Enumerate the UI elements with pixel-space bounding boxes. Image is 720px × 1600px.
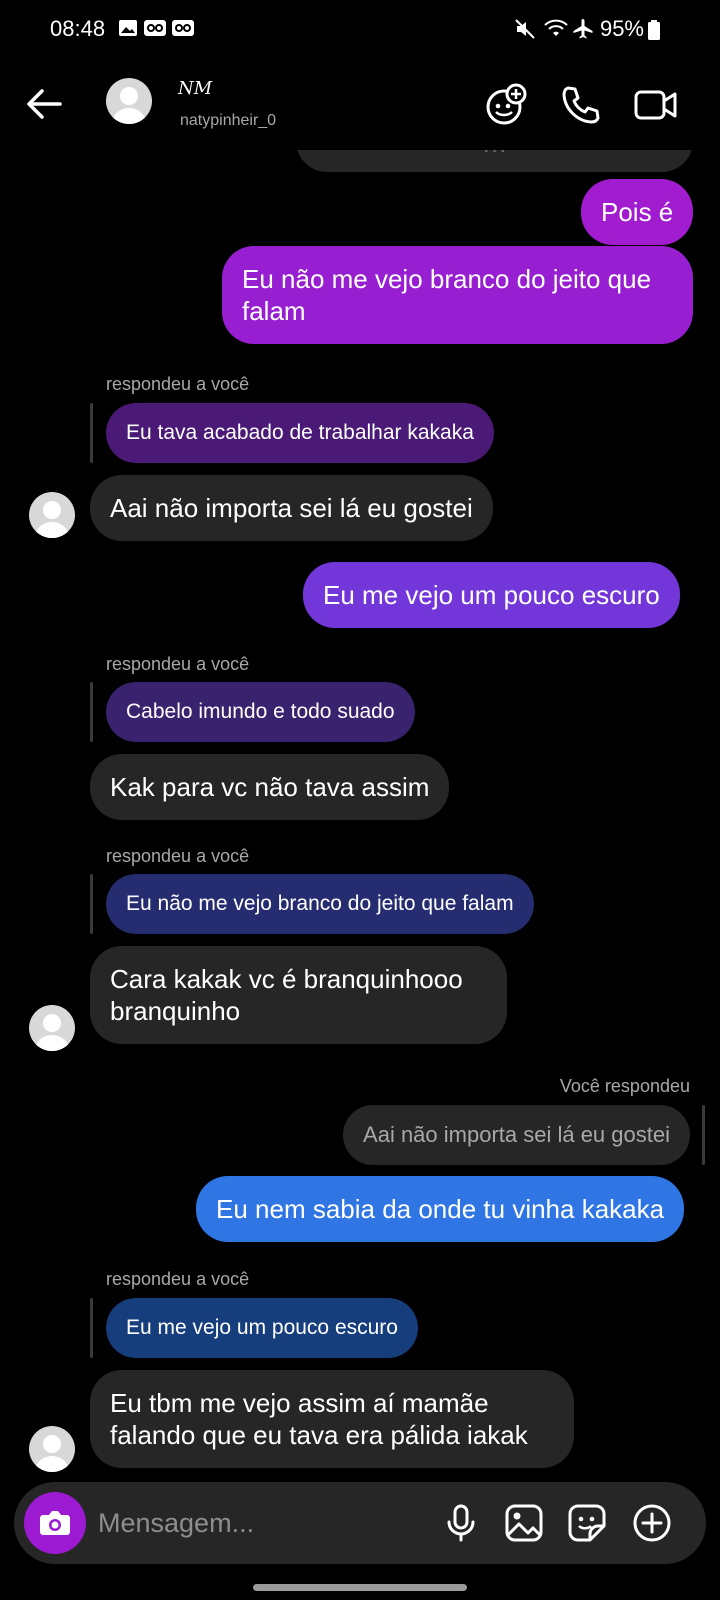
quoted-message[interactable]: Eu tava acabado de trabalhar kakaka xyxy=(106,403,494,463)
message-line: Eu tbm me vejo assim aí mamãe xyxy=(110,1388,489,1418)
reply-label: respondeu a você xyxy=(106,846,250,866)
sent-message[interactable]: Eu não me vejo branco do jeito que falam xyxy=(222,246,693,344)
effects-sticker-icon[interactable] xyxy=(483,82,529,128)
phone-call-icon[interactable] xyxy=(558,82,604,128)
mute-icon xyxy=(514,18,535,39)
received-message[interactable]: Cara kakak vc é branquinhooo branquinho xyxy=(90,946,507,1044)
quoted-message[interactable]: Cabelo imundo e todo suado xyxy=(106,682,415,742)
quoted-message[interactable]: Eu me vejo um pouco escuro xyxy=(106,1298,418,1358)
reply-label: respondeu a você xyxy=(106,374,250,394)
microphone-icon[interactable] xyxy=(440,1502,482,1544)
wifi-icon xyxy=(544,18,568,38)
message-line: Eu não me vejo branco do jeito que xyxy=(242,264,652,294)
status-time: 08:48 xyxy=(50,16,106,41)
sender-avatar[interactable] xyxy=(29,1005,75,1051)
airplane-mode-icon xyxy=(572,18,593,39)
camera-button[interactable] xyxy=(24,1492,86,1554)
battery-percent: 95% xyxy=(599,16,644,41)
sent-message[interactable]: Pois é xyxy=(581,179,694,245)
sender-avatar[interactable] xyxy=(29,492,75,538)
sender-avatar[interactable] xyxy=(29,1426,75,1472)
gallery-icon[interactable] xyxy=(503,1502,545,1544)
sent-message[interactable]: Eu me vejo um pouco escuro xyxy=(303,562,680,628)
chat-header: NM natypinheir_0 xyxy=(0,60,720,150)
reply-label: respondeu a você xyxy=(106,1269,250,1289)
quoted-message[interactable]: Eu não me vejo branco do jeito que falam xyxy=(106,874,534,934)
video-call-icon[interactable] xyxy=(633,82,679,128)
voicemail-notification-icon xyxy=(144,18,166,38)
sent-message[interactable]: Eu nem sabia da onde tu vinha kakaka xyxy=(196,1176,685,1242)
quoted-message[interactable]: Aai não importa sei lá eu gostei xyxy=(343,1105,690,1165)
reply-label: respondeu a você xyxy=(106,654,250,674)
gallery-notification-icon xyxy=(118,18,138,38)
received-message[interactable]: Eu tbm me vejo assim aí mamãe falando qu… xyxy=(90,1370,574,1468)
home-indicator[interactable] xyxy=(253,1584,467,1591)
message-line: falam xyxy=(242,296,306,326)
reply-bar xyxy=(90,682,93,742)
reply-bar xyxy=(90,874,93,934)
profile-logo[interactable]: NM xyxy=(178,78,212,99)
reply-bar xyxy=(90,1298,93,1358)
message-input[interactable]: Mensagem... xyxy=(98,1508,254,1539)
message-line: branquinho xyxy=(110,996,241,1026)
back-arrow-icon[interactable] xyxy=(22,82,66,126)
received-message[interactable]: Kak para vc não tava assim xyxy=(90,754,450,820)
add-icon[interactable] xyxy=(631,1502,673,1544)
reply-bar xyxy=(90,403,93,463)
sticker-icon[interactable] xyxy=(566,1502,608,1544)
status-bar: 08:48 95% xyxy=(0,0,720,60)
reply-label: Você respondeu xyxy=(559,1076,690,1096)
battery-icon xyxy=(648,20,660,40)
message-line: Cara kakak vc é branquinhooo xyxy=(110,964,463,994)
profile-avatar[interactable] xyxy=(106,78,152,124)
message-composer: Mensagem... xyxy=(14,1482,706,1564)
received-message[interactable]: Aai não importa sei lá eu gostei xyxy=(90,475,493,541)
message-line: falando que eu tava era pálida iakak xyxy=(110,1420,528,1450)
profile-username[interactable]: natypinheir_0 xyxy=(180,112,276,130)
voicemail-notification-icon-2 xyxy=(172,18,194,38)
reply-bar xyxy=(702,1105,705,1165)
